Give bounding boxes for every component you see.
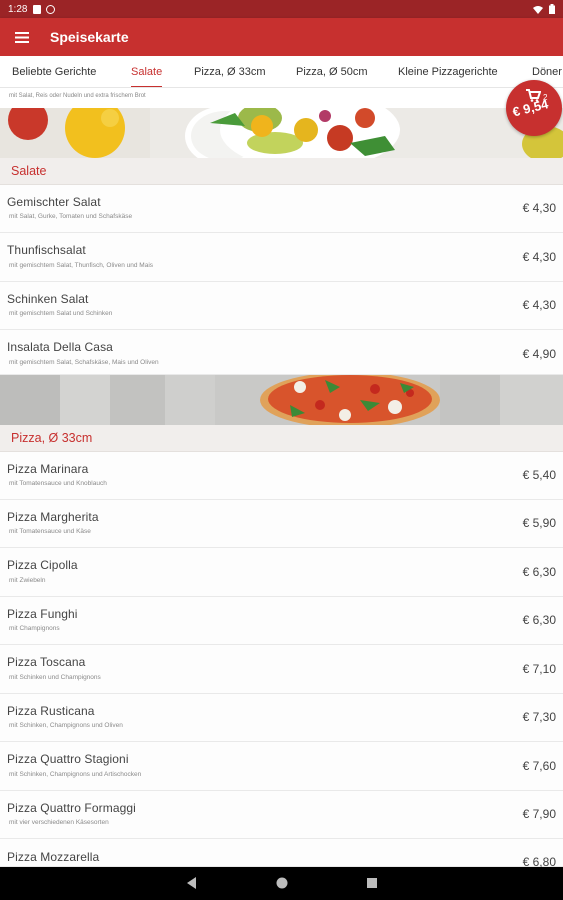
item-description: mit Schinken, Champignons und Artischock… xyxy=(9,771,142,778)
section-header-salate: Salate xyxy=(0,158,563,185)
menu-item-row[interactable]: Pizza Mozzarella € 6,80 xyxy=(0,839,563,869)
tab-pizza-33cm[interactable]: Pizza, Ø 33cm xyxy=(194,56,266,87)
item-price: € 4,30 xyxy=(522,201,556,215)
item-price: € 4,30 xyxy=(522,298,556,312)
item-name: Thunfischsalat xyxy=(7,243,86,257)
item-description: mit gemischtem Salat, Schafskäse, Mais u… xyxy=(9,359,159,366)
tab-salate[interactable]: Salate xyxy=(131,56,163,87)
menu-button[interactable] xyxy=(0,18,44,56)
item-name: Insalata Della Casa xyxy=(7,340,113,354)
wifi-icon xyxy=(533,5,543,14)
item-name: Pizza Quattro Formaggi xyxy=(7,801,136,815)
item-price: € 6,30 xyxy=(522,613,556,627)
menu-item-row[interactable]: Pizza Margherita mit Tomatensauce und Kä… xyxy=(0,500,563,548)
item-description: mit gemischtem Salat und Schinken xyxy=(9,310,113,317)
item-name: Pizza Rusticana xyxy=(7,704,95,718)
home-icon[interactable] xyxy=(276,877,288,889)
tab-pizza-50cm[interactable]: Pizza, Ø 50cm xyxy=(296,56,368,87)
item-description: mit gemischtem Salat, Thunfisch, Oliven … xyxy=(9,262,154,269)
menu-item-row[interactable]: Pizza Quattro Formaggi mit vier verschie… xyxy=(0,791,563,839)
item-name: Gemischter Salat xyxy=(7,195,101,209)
page-title: Speisekarte xyxy=(50,29,129,45)
item-description: mit Tomatensauce und Käse xyxy=(9,528,91,535)
tab-beliebte-gerichte[interactable]: Beliebte Gerichte xyxy=(12,56,96,87)
menu-item-row[interactable]: Pizza Funghi mit Champignons € 6,30 xyxy=(0,597,563,645)
item-price: € 5,90 xyxy=(522,516,556,530)
section-header-pizza-33cm: Pizza, Ø 33cm xyxy=(0,425,563,452)
app-bar: Speisekarte xyxy=(0,18,563,56)
item-description: mit Tomatensauce und Knoblauch xyxy=(9,480,107,487)
tab-kleine-pizzagerichte[interactable]: Kleine Pizzagerichte xyxy=(398,56,498,87)
item-description: mit Salat, Gurke, Tomaten und Schafskäse xyxy=(9,213,133,220)
menu-item-row[interactable]: Insalata Della Casa mit gemischtem Salat… xyxy=(0,330,563,375)
sync-icon xyxy=(46,4,56,14)
item-description: mit Schinken und Champignons xyxy=(9,674,101,681)
item-price: € 7,10 xyxy=(522,662,556,676)
menu-icon xyxy=(15,31,29,43)
item-name: Pizza Funghi xyxy=(7,607,78,621)
menu-item-row[interactable]: Pizza Quattro Stagioni mit Schinken, Cha… xyxy=(0,742,563,791)
status-bar: 1:28 xyxy=(0,0,563,18)
back-icon[interactable] xyxy=(186,877,198,889)
item-price: € 4,90 xyxy=(522,347,556,361)
menu-item-row[interactable]: Pizza Rusticana mit Schinken, Champignon… xyxy=(0,694,563,742)
cart-button[interactable]: 2 € 9,54 xyxy=(506,80,562,136)
menu-item-row[interactable]: Schinken Salat mit gemischtem Salat und … xyxy=(0,282,563,330)
item-price: € 7,30 xyxy=(522,710,556,724)
menu-item-row[interactable]: Pizza Marinara mit Tomatensauce und Knob… xyxy=(0,452,563,500)
item-name: Pizza Margherita xyxy=(7,510,99,524)
item-description: mit Champignons xyxy=(9,625,60,632)
menu-item-row[interactable]: Pizza Cipolla mit Zwiebeln € 6,30 xyxy=(0,548,563,597)
item-description: mit Schinken, Champignons und Oliven xyxy=(9,722,123,729)
pizza-illustration xyxy=(0,375,563,425)
menu-item-row[interactable]: Pizza Toscana mit Schinken und Champigno… xyxy=(0,645,563,694)
notification-icon xyxy=(33,4,42,14)
menu-item-row[interactable]: Gemischter Salat mit Salat, Gurke, Tomat… xyxy=(0,185,563,233)
menu-item-row[interactable]: Thunfischsalat mit gemischtem Salat, Thu… xyxy=(0,233,563,282)
battery-icon xyxy=(549,4,555,14)
cart-total: € 9,54 xyxy=(511,96,550,120)
recents-icon[interactable] xyxy=(366,877,378,889)
category-tabs: Beliebte Gerichte Salate Pizza, Ø 33cm P… xyxy=(0,56,563,88)
salad-banner-image xyxy=(0,108,563,158)
previous-item-description: mit Salat, Reis oder Nudeln und extra fr… xyxy=(0,88,563,108)
status-time: 1:28 xyxy=(8,3,28,15)
item-description: mit vier verschiedenen Käsesorten xyxy=(9,819,109,826)
item-name: Pizza Toscana xyxy=(7,655,86,669)
salad-illustration xyxy=(0,108,563,158)
item-name: Pizza Quattro Stagioni xyxy=(7,752,129,766)
item-name: Pizza Cipolla xyxy=(7,558,78,572)
item-name: Pizza Marinara xyxy=(7,462,89,476)
pizza-banner-image xyxy=(0,375,563,425)
item-name: Pizza Mozzarella xyxy=(7,850,100,864)
item-price: € 7,90 xyxy=(522,807,556,821)
app-root: 1:28 Speisekarte Beliebte Gerichte Salat… xyxy=(0,0,563,900)
item-description: mit Zwiebeln xyxy=(9,577,46,584)
item-price: € 7,60 xyxy=(522,759,556,773)
system-nav-bar xyxy=(0,867,563,900)
item-price: € 5,40 xyxy=(522,468,556,482)
item-name: Schinken Salat xyxy=(7,292,89,306)
item-price: € 4,30 xyxy=(522,250,556,264)
item-price: € 6,30 xyxy=(522,565,556,579)
